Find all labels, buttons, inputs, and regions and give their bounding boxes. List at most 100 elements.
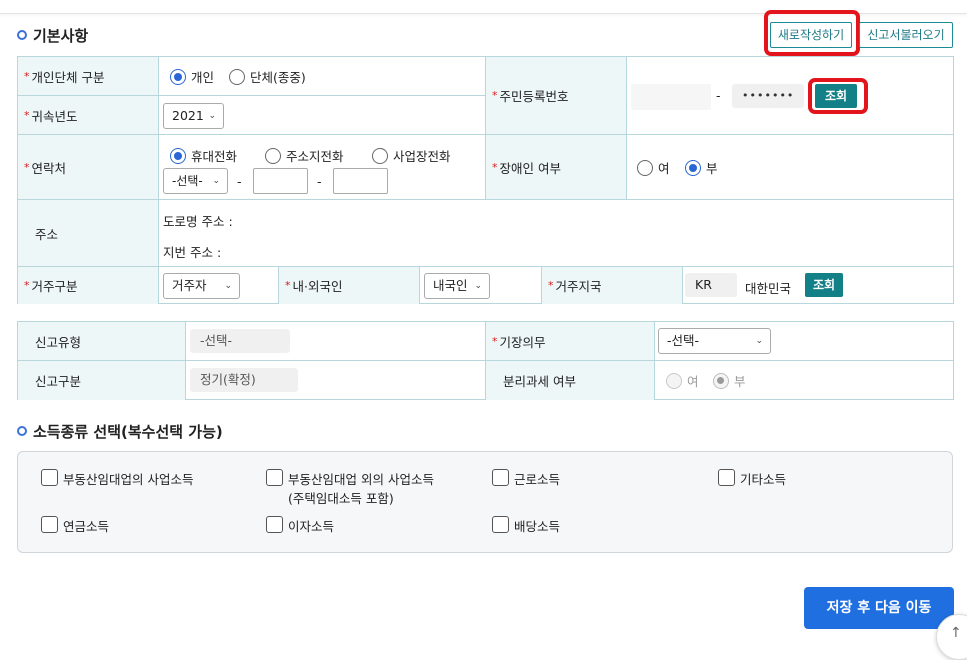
section-title-income: 소득종류 선택(복수선택 가능) [17,421,223,442]
required-mark: * [24,279,30,292]
residence-label-cell: * 거주구분 [18,267,159,304]
checkbox-icon [41,516,58,533]
checkbox-icon [266,469,283,486]
checkbox-dividend-income[interactable]: 배당소득 [492,516,560,535]
checkbox-label: 부동산임대업 외의 사업소득 (주택임대소득 포함) [288,469,434,510]
report-type-label-cell: 신고유형 [18,322,186,361]
radio-home-phone[interactable]: 주소지전화 [265,146,344,165]
required-mark: * [548,279,554,292]
residence-select-value: 거주자 [172,278,207,293]
country-name: 대한민국 [745,281,792,296]
new-document-button[interactable]: 새로작성하기 [770,22,852,48]
checkbox-rental-business-income[interactable]: 부동산임대업의 사업소득 [41,469,193,488]
circle-bullet-icon [17,426,27,436]
phone-last-input[interactable] [333,168,388,194]
rrn-back-masked: ••••••• [732,84,804,108]
required-mark: * [492,160,498,174]
disabled-value-cell [627,135,954,200]
checkbox-label: 이자소득 [288,519,335,534]
phone-dash-2: - [317,174,322,189]
report-class-label-cell: 신고구분 [18,361,186,400]
radio-work-phone[interactable]: 사업장전화 [372,146,451,165]
checkbox-earned-income[interactable]: 근로소득 [492,469,560,488]
income-type-box [17,451,953,553]
radio-disabled-yes[interactable]: 여 [637,158,670,177]
checkbox-label: 부동산임대업의 사업소득 [63,472,194,487]
radio-individual[interactable]: 개인 [170,67,214,86]
report-info-table: 신고유형 * 기장의무 신고구분 분리과세 여부 [17,321,954,400]
load-report-button[interactable]: 신고서불러오기 [859,22,953,48]
nationality-label-cell: * 내·외국인 [279,267,420,304]
radio-separate-tax-yes-label: 여 [687,374,699,389]
separate-tax-value-cell [655,361,954,400]
chevron-down-icon: ⌄ [208,111,216,121]
country-lookup-button[interactable]: 조회 [805,273,843,297]
required-mark: * [24,160,30,174]
radio-disabled-no[interactable]: 부 [685,158,718,177]
rrn-lookup-button[interactable]: 조회 [815,84,857,108]
save-and-next-button[interactable]: 저장 후 다음 이동 [804,587,954,629]
radio-separate-tax-no-label: 부 [734,374,746,389]
required-mark: * [492,334,498,348]
disabled-label: 장애인 여부 [499,160,561,176]
required-mark: * [492,89,498,102]
nationality-select[interactable]: 내국인 ⌄ [424,273,490,299]
separate-tax-label: 분리과세 여부 [503,374,576,389]
rrn-dash: - [716,88,721,103]
radio-work-phone-label: 사업장전화 [393,149,451,164]
chevron-down-icon: ⌄ [212,176,220,186]
radio-mobile[interactable]: 휴대전화 [170,146,237,165]
type-label-cell: * 개인단체 구분 [18,57,159,96]
checkbox-non-rental-business-income[interactable]: 부동산임대업 외의 사업소득 (주택임대소득 포함) [266,469,434,510]
radio-unselected-icon [265,147,281,164]
checkbox-interest-income[interactable]: 이자소득 [266,516,334,535]
phone-dash-1: - [237,174,242,189]
chevron-down-icon: ⌄ [224,281,232,291]
country-label-cell: * 거주지국 [542,267,683,304]
arrow-up-icon: ↑ [950,625,962,641]
address-value-cell [159,200,954,267]
checkbox-label: 기타소득 [740,472,787,487]
year-select[interactable]: 2021 ⌄ [163,103,224,129]
lot-address-label: 지번 주소 : [163,245,222,260]
radio-mobile-label: 휴대전화 [191,149,238,164]
radio-selected-icon [685,159,701,176]
radio-selected-icon [170,68,186,85]
bookkeeping-label-cell: * 기장의무 [486,322,655,361]
report-class-readonly: 정기(확정) [190,368,298,392]
chevron-down-icon: ⌄ [474,281,482,291]
section-title-basic-text: 기본사항 [33,27,89,45]
radio-separate-tax-yes: 여 [666,371,699,390]
radio-individual-label: 개인 [191,70,215,85]
separate-tax-label-cell: 분리과세 여부 [486,361,655,400]
checkbox-label: 연금소득 [63,519,110,534]
radio-home-phone-label: 주소지전화 [286,149,344,164]
address-label: 주소 [35,226,59,242]
radio-selected-icon [170,147,186,164]
radio-separate-tax-no: 부 [713,371,746,390]
contact-label-cell: * 연락처 [18,135,159,200]
rrn-front-input[interactable] [631,84,711,110]
checkbox-icon [41,469,58,486]
radio-disabled-yes-label: 여 [658,161,670,176]
phone-prefix-select[interactable]: -선택- ⌄ [163,168,228,194]
report-class-label: 신고구분 [35,374,82,389]
checkbox-pension-income[interactable]: 연금소득 [41,516,109,535]
disabled-label-cell: * 장애인 여부 [486,135,627,200]
country-label: 거주지국 [555,279,602,294]
contact-label: 연락처 [31,160,67,176]
checkbox-icon [718,469,735,486]
bookkeeping-select[interactable]: -선택- ⌄ [658,328,771,354]
residence-select[interactable]: 거주자 ⌄ [163,273,240,299]
report-type-label: 신고유형 [35,334,82,350]
radio-disabled-no-label: 부 [706,161,718,176]
checkbox-label: 배당소득 [514,519,561,534]
phone-prefix-value: -선택- [172,174,203,188]
report-type-readonly: -선택- [190,329,290,353]
radio-unselected-icon [637,159,653,176]
radio-group[interactable]: 단체(종중) [229,67,306,86]
required-mark: * [24,69,30,83]
checkbox-other-income[interactable]: 기타소득 [718,469,786,488]
phone-middle-input[interactable] [253,168,308,194]
residence-label: 거주구분 [31,279,78,294]
